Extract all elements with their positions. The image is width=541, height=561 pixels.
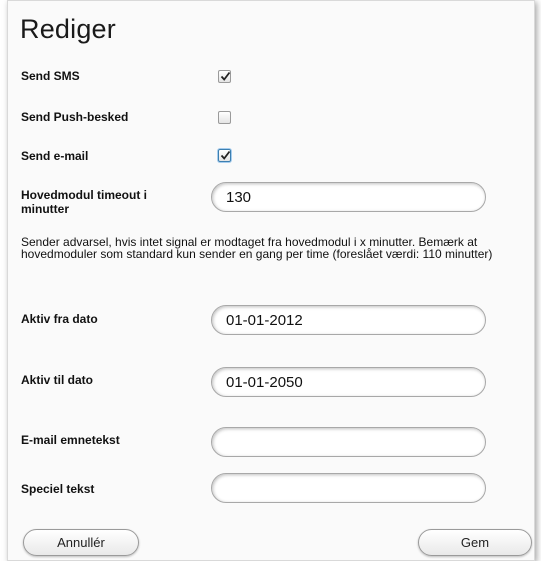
timeout-help-text: Sender advarsel, hvis intet signal er mo… [21,235,493,261]
dialog-title: Rediger [20,14,116,44]
active-to-input[interactable] [211,367,486,397]
check-icon [220,150,231,160]
send-sms-checkbox[interactable] [218,70,231,83]
active-from-label: Aktiv fra dato [21,312,98,326]
special-text-label: Speciel tekst [21,482,95,496]
timeout-input[interactable] [211,182,486,212]
send-email-checkbox[interactable] [218,149,231,162]
special-text-input[interactable] [211,473,486,503]
timeout-label: Hovedmodul timeout i minutter [21,188,147,216]
check-icon [220,71,231,81]
send-push-label: Send Push-besked [21,110,129,124]
save-button[interactable]: Gem [418,529,532,556]
email-subject-label: E-mail emnetekst [21,433,120,447]
send-sms-label: Send SMS [21,69,80,83]
cancel-button[interactable]: Annullér [23,529,139,556]
active-to-label: Aktiv til dato [21,373,94,387]
email-subject-input[interactable] [211,427,486,457]
active-from-input[interactable] [211,305,486,335]
send-email-label: Send e-mail [21,149,89,163]
send-push-checkbox[interactable] [218,111,231,124]
edit-dialog: Rediger Send SMS Send Push-besked Send e… [7,0,535,561]
